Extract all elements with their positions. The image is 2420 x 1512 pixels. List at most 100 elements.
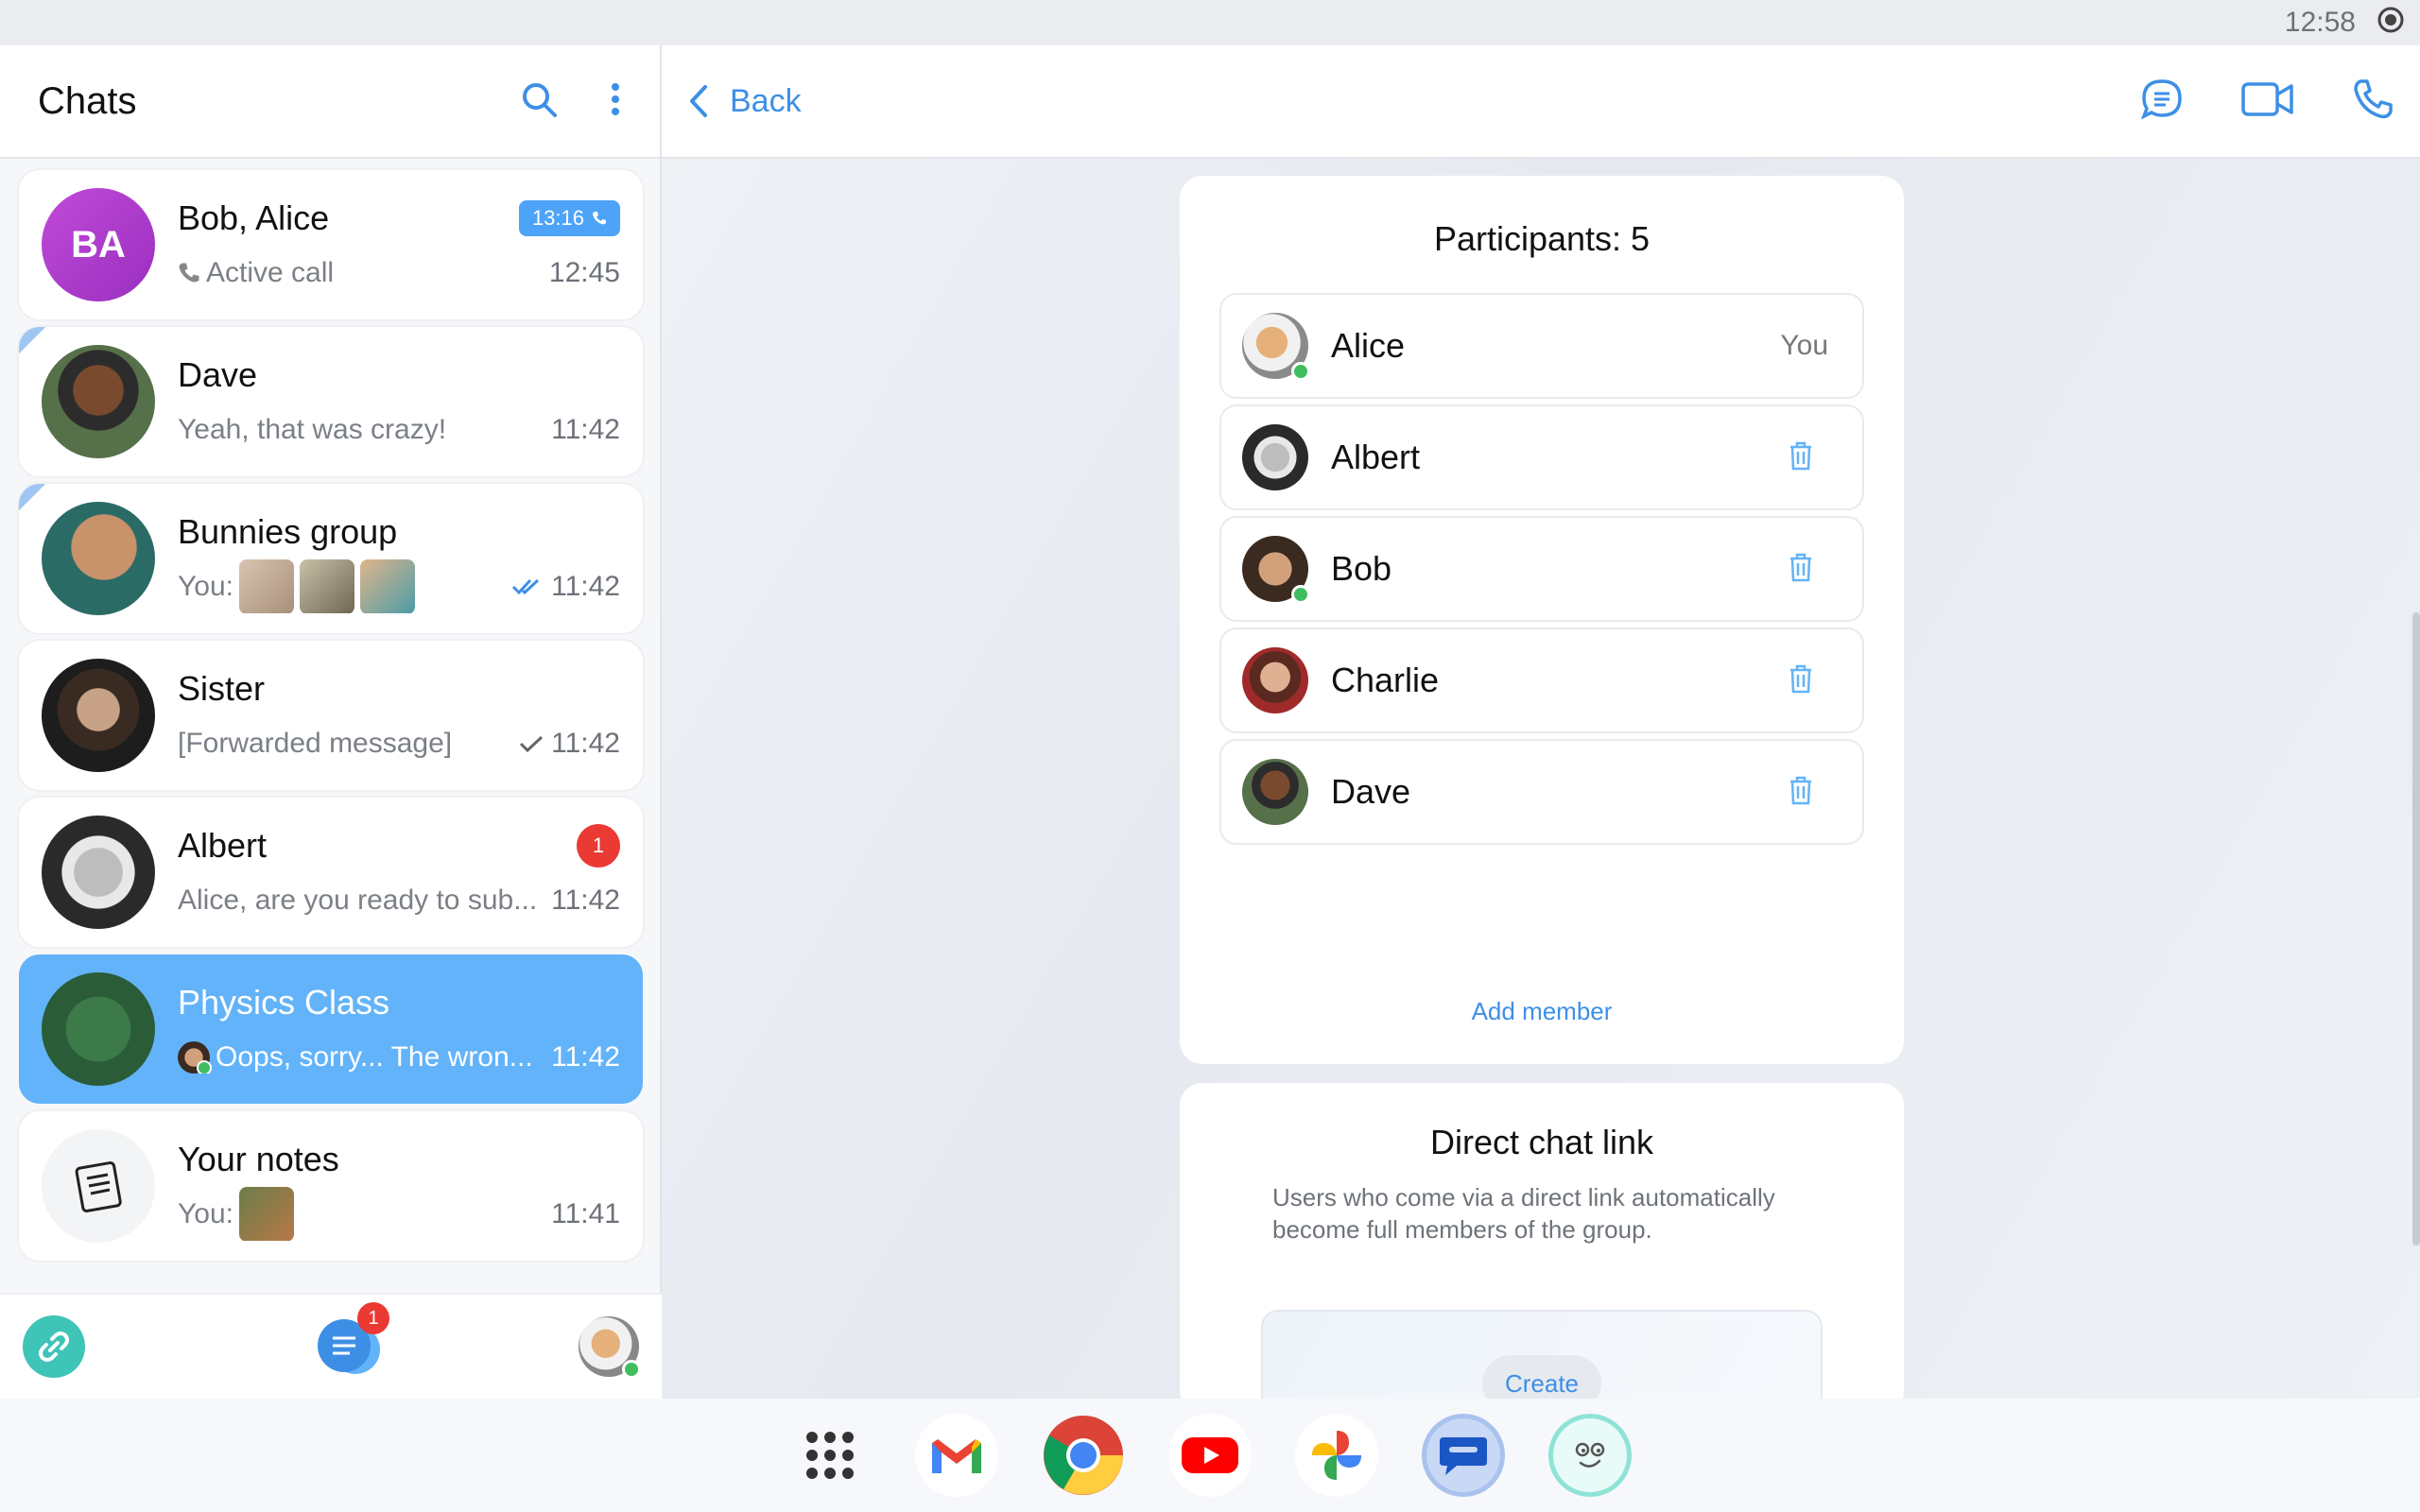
face-app-icon[interactable] [1548, 1414, 1632, 1497]
direct-link-title: Direct chat link [1429, 1123, 1654, 1161]
avatar [1242, 536, 1310, 604]
participant-item-albert[interactable]: Albert [1219, 404, 1864, 510]
chat-item-bob-alice[interactable]: BA Bob, Alice 13:16 Active call 12:45 [19, 170, 643, 319]
photo-thumbnail [238, 559, 294, 613]
video-call-icon[interactable] [2240, 80, 2295, 123]
chat-name: Physics Class [178, 983, 390, 1022]
chat-preview: You: [178, 1187, 551, 1241]
taskbar [0, 1399, 2420, 1512]
participants-list: Alice You Albert Bob Charlie Dave [1219, 293, 1864, 845]
scrollbar[interactable] [2412, 612, 2420, 1246]
participant-item-alice[interactable]: Alice You [1219, 293, 1864, 399]
phone-icon [593, 212, 606, 225]
avatar [1242, 647, 1308, 713]
add-member-button[interactable]: Add member [1180, 997, 1904, 1026]
messages-icon[interactable] [1422, 1414, 1505, 1497]
avatar [42, 972, 155, 1086]
chat-time: 11:42 [511, 571, 620, 603]
chat-time-text: 11:42 [551, 728, 620, 759]
avatar [42, 816, 155, 929]
chat-name: Your notes [178, 1140, 339, 1178]
chrome-icon[interactable] [1042, 1414, 1125, 1497]
double-check-icon [512, 578, 540, 595]
chat-time: 11:42 [551, 885, 620, 916]
chevron-left-icon [690, 85, 707, 117]
direct-link-card: Direct chat link Users who come via a di… [1180, 1083, 1904, 1414]
chat-preview: Yeah, that was crazy! [178, 414, 447, 445]
chat-preview-text: Oops, sorry... The wron... [216, 1041, 533, 1073]
chat-time-text: 11:42 [551, 571, 620, 602]
avatar [1242, 313, 1310, 381]
photo-thumbnail [299, 559, 354, 613]
direct-link-description: Users who come via a direct link automat… [1272, 1183, 1775, 1244]
participant-item-charlie[interactable]: Charlie [1219, 627, 1864, 733]
chat-list-panel: Chats BA Bob, Alice 13:16 Active call 12… [0, 45, 662, 1399]
phone-icon [179, 263, 199, 283]
more-options-icon[interactable] [609, 80, 622, 123]
pinned-corner [19, 327, 45, 353]
participant-item-dave[interactable]: Dave [1219, 739, 1864, 845]
trash-icon[interactable] [1787, 774, 1815, 811]
chat-item-dave[interactable]: Dave Yeah, that was crazy! 11:42 [19, 327, 643, 476]
chats-tab-icon[interactable]: 1 [312, 1302, 389, 1382]
participant-name: Dave [1331, 772, 1411, 811]
chat-preview-text: You: [178, 1198, 233, 1229]
chat-preview: Active call [178, 257, 549, 289]
chat-item-sister[interactable]: Sister [Forwarded message] 11:42 [19, 641, 643, 790]
link-icon[interactable] [23, 1315, 85, 1378]
avatar [1242, 759, 1308, 825]
chat-time: 11:42 [519, 728, 620, 760]
chat-item-bunnies-group[interactable]: Bunnies group You: 11:42 [19, 484, 643, 633]
gmail-icon[interactable] [915, 1414, 998, 1497]
status-time: 12:58 [2284, 7, 2356, 38]
participant-name: Alice [1331, 326, 1406, 365]
chat-name: Bunnies group [178, 512, 398, 551]
chat-preview: Alice, are you ready to sub... [178, 885, 538, 916]
chat-preview-text: You: [178, 571, 233, 602]
trash-icon[interactable] [1787, 662, 1815, 699]
chat-time: 11:42 [551, 1041, 620, 1073]
chat-preview: You: [178, 559, 511, 613]
group-details-panel: Back Participants: 5 Alice You Albert Bo… [662, 45, 2420, 1414]
chats-header: Chats [0, 45, 660, 159]
photos-icon[interactable] [1295, 1414, 1378, 1497]
phone-call-icon[interactable] [2352, 78, 2394, 125]
trash-icon[interactable] [1787, 439, 1815, 476]
avatar [42, 502, 155, 615]
back-button[interactable]: Back [688, 83, 802, 120]
participants-title: Participants: 5 [1433, 219, 1651, 258]
youtube-icon[interactable] [1168, 1414, 1252, 1497]
chat-bubble-icon[interactable] [2140, 77, 2184, 126]
page-title: Chats [38, 79, 137, 122]
chat-item-albert[interactable]: Albert 1 Alice, are you ready to sub... … [19, 798, 643, 947]
chat-list: BA Bob, Alice 13:16 Active call 12:45 Da… [19, 170, 643, 1268]
notes-icon [75, 1160, 122, 1212]
details-header: Back [662, 45, 2420, 159]
photo-thumbnail [238, 1187, 294, 1241]
unread-badge: 1 [357, 1302, 389, 1334]
trash-icon[interactable] [1787, 551, 1815, 588]
avatar [42, 659, 155, 772]
profile-avatar[interactable] [579, 1316, 641, 1379]
avatar [1242, 424, 1308, 490]
participant-item-bob[interactable]: Bob [1219, 516, 1864, 622]
apps-grid-icon[interactable] [788, 1414, 872, 1497]
photo-thumbnail [359, 559, 415, 613]
chat-item-physics-class[interactable]: Physics Class Oops, sorry... The wron...… [19, 954, 643, 1104]
chat-preview-text: Active call [206, 257, 335, 288]
chat-item-your-notes[interactable]: Your notes You: 11:41 [19, 1111, 643, 1261]
chat-name: Bob, Alice [178, 198, 330, 237]
you-tag: You [1780, 330, 1828, 361]
chat-time: 11:41 [551, 1198, 620, 1229]
chat-time: 12:45 [548, 257, 620, 288]
avatar: BA [42, 188, 155, 301]
call-duration-badge[interactable]: 13:16 [518, 200, 620, 236]
chat-name: Dave [178, 355, 258, 394]
status-bar: 12:58 [0, 0, 2420, 1399]
participant-name: Albert [1331, 438, 1421, 476]
participant-name: Charlie [1331, 661, 1440, 699]
participant-name: Bob [1331, 549, 1392, 588]
unread-badge: 1 [577, 824, 620, 868]
chat-time: 11:42 [551, 414, 620, 445]
search-icon[interactable] [520, 80, 558, 123]
